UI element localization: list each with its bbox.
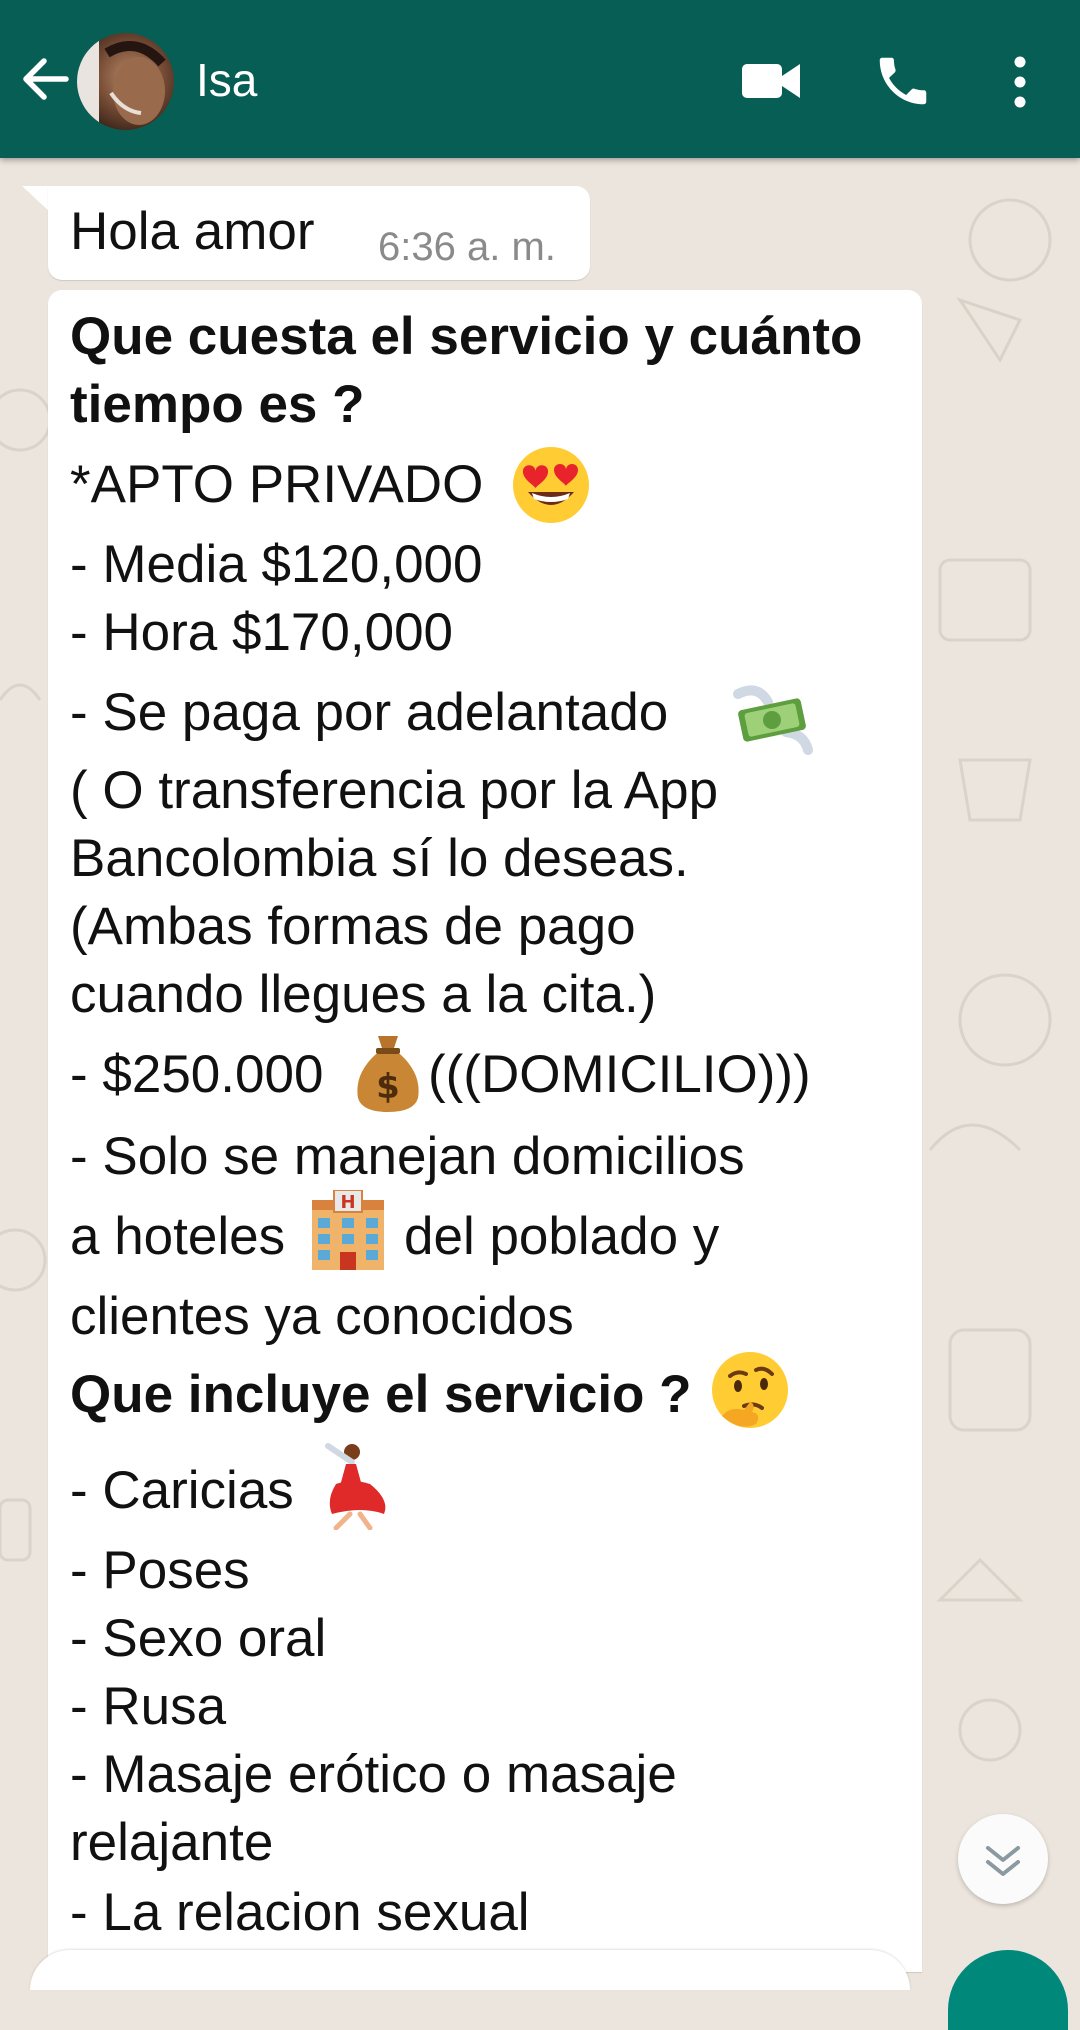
money-wings-emoji [733,685,813,755]
message-line: (((DOMICILIO))) [428,1045,811,1104]
message-line: *APTO PRIVADO [70,455,484,514]
message-line: relajante [70,1813,274,1872]
message-line: - Sexo oral [70,1609,327,1668]
message-line: - Hora $170,000 [70,603,454,662]
message-bubble[interactable]: Hola amor 6:36 a. m. [48,186,590,280]
back-arrow-icon[interactable] [18,52,72,106]
message-line: del poblado y [404,1207,720,1266]
message-line: - Media $120,000 [70,535,483,594]
double-chevron-down-icon [986,1846,1020,1876]
message-bubble[interactable]: Que cuesta el servicio y cuánto tiempo e… [48,290,922,1972]
heart-eyes-emoji [513,447,589,523]
chat-header: Isa [0,0,1080,158]
thinking-emoji [712,1352,788,1428]
message-line: a hoteles [70,1207,286,1266]
message-line: - Caricias [70,1461,294,1520]
svg-text:H: H [340,1192,355,1213]
message-line: tiempo es ? [70,375,365,434]
more-options-icon[interactable] [1000,50,1040,114]
message-line: - Solo se manejan domicilios [70,1127,745,1186]
message-line: - La relacion sexual [70,1883,530,1942]
avatar[interactable] [77,33,174,130]
svg-text:$: $ [376,1067,400,1107]
video-call-icon[interactable] [740,58,802,104]
voice-call-icon[interactable] [872,50,934,112]
message-time: 6:36 a. m. [378,225,556,269]
bubble-tail [22,186,50,212]
message-line: - Masaje erótico o masaje [70,1745,677,1804]
money-bag-emoji: $ [357,1036,419,1112]
avatar-image [77,33,174,130]
message-line: - Poses [70,1541,250,1600]
message-line: - $250.000 [70,1045,324,1104]
message-line: ( O transferencia por la App [70,761,719,820]
message-line: Bancolombia sí lo deseas. [70,829,689,888]
message-line: clientes ya conocidos [70,1287,574,1346]
message-line: Que cuesta el servicio y cuánto [70,307,863,366]
message-line: - Rusa [70,1677,227,1736]
message-input-bar[interactable] [30,1950,910,1990]
message-text: Hola amor [70,202,315,261]
scroll-to-bottom-button[interactable] [958,1814,1048,1904]
contact-name[interactable]: Isa [196,50,257,110]
message-line: - Se paga por adelantado [70,683,669,742]
hotel-emoji: H [312,1190,384,1270]
message-line: cuando llegues a la cita.) [70,965,657,1024]
dancer-emoji [325,1443,386,1530]
message-line: Que incluye el servicio ? [70,1365,692,1424]
message-line: (Ambas formas de pago [70,897,636,956]
